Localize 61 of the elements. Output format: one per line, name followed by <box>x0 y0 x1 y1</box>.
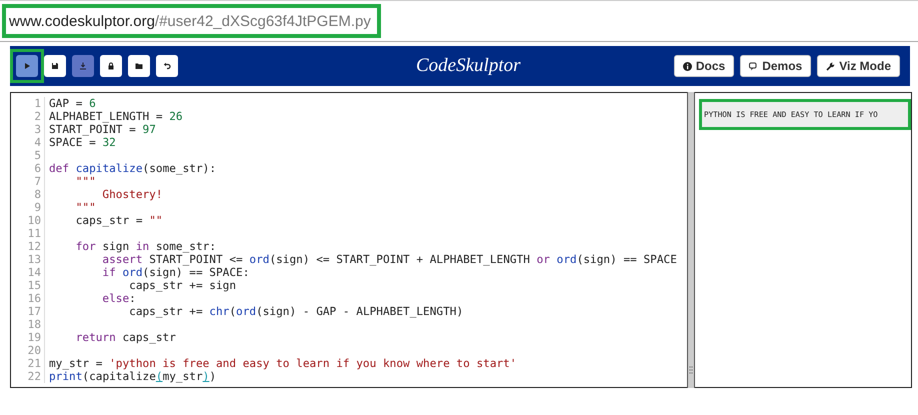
link-button[interactable]: Docs <box>674 55 734 77</box>
line-number: 15 <box>11 279 45 292</box>
save-button[interactable] <box>44 55 66 77</box>
grip-icon <box>689 366 693 374</box>
code-line: ALPHABET_LENGTH = 26 <box>49 110 183 123</box>
pane-splitter[interactable] <box>687 92 695 388</box>
lock-icon <box>107 62 115 70</box>
logo-text: CodeSkulptor <box>415 55 522 77</box>
line-number: 12 <box>11 240 45 253</box>
line-number: 1 <box>11 97 45 110</box>
line-number: 14 <box>11 266 45 279</box>
folder-icon <box>135 62 143 70</box>
floppy-icon <box>51 62 59 70</box>
line-number: 13 <box>11 253 45 266</box>
undo-icon <box>163 62 171 70</box>
line-number: 2 <box>11 110 45 123</box>
link-button[interactable]: Viz Mode <box>817 55 900 77</box>
line-number: 11 <box>11 227 45 240</box>
line-number: 8 <box>11 188 45 201</box>
link-button[interactable]: Demos <box>740 55 812 77</box>
code-line: for sign in some_str: <box>74 240 216 253</box>
line-number: 5 <box>11 149 45 162</box>
open-button[interactable] <box>128 55 150 77</box>
info-icon <box>682 62 692 70</box>
code-line: caps_str += sign <box>128 279 236 292</box>
line-number: 3 <box>11 123 45 136</box>
code-line: caps_str += chr(ord(sign) - GAP - ALPHABET_LENGTH) <box>128 305 464 318</box>
code-line: if ord(sign) == SPACE: <box>101 266 250 279</box>
code-line: GAP = 6 <box>49 97 96 110</box>
chat-icon <box>749 62 758 70</box>
line-number: 21 <box>11 357 45 370</box>
code-line: """ <box>74 175 96 188</box>
download-icon <box>79 62 87 70</box>
code-line: print(capitalize(my_str)) <box>49 370 216 383</box>
code-line: """ <box>74 201 96 214</box>
code-line: my_str = 'python is free and easy to learn if you know where to start' <box>49 357 517 370</box>
address-field[interactable]: www.codeskulptor.org/#user42_dXScg63f4JtPGEM.py <box>2 4 381 38</box>
line-number: 7 <box>11 175 45 188</box>
line-number: 22 <box>11 370 45 383</box>
line-number: 19 <box>11 331 45 344</box>
code-line: return caps_str <box>74 331 176 344</box>
code-line: caps_str = "" <box>74 214 163 227</box>
code-line: Ghostery! <box>101 188 163 201</box>
code-line: SPACE = 32 <box>49 136 116 149</box>
line-number: 20 <box>11 344 45 357</box>
play-icon <box>23 62 31 70</box>
code-line: START_POINT = 97 <box>49 123 156 136</box>
line-number: 6 <box>11 162 45 175</box>
run-button[interactable] <box>16 55 38 77</box>
reset-button[interactable] <box>156 55 178 77</box>
line-number: 16 <box>11 292 45 305</box>
code-line: else: <box>101 292 136 305</box>
line-number: 17 <box>11 305 45 318</box>
line-number: 4 <box>11 136 45 149</box>
wrench-icon <box>826 62 836 70</box>
line-number: 9 <box>11 201 45 214</box>
code-line: assert START_POINT <= ord(sign) <= START_POINT + ALPHABET_LENGTH or ord(sign) == SPACE <box>101 253 677 266</box>
lock-button[interactable] <box>100 55 122 77</box>
line-number: 18 <box>11 318 45 331</box>
line-number: 10 <box>11 214 45 227</box>
code-line: def capitalize(some_str): <box>49 162 216 175</box>
